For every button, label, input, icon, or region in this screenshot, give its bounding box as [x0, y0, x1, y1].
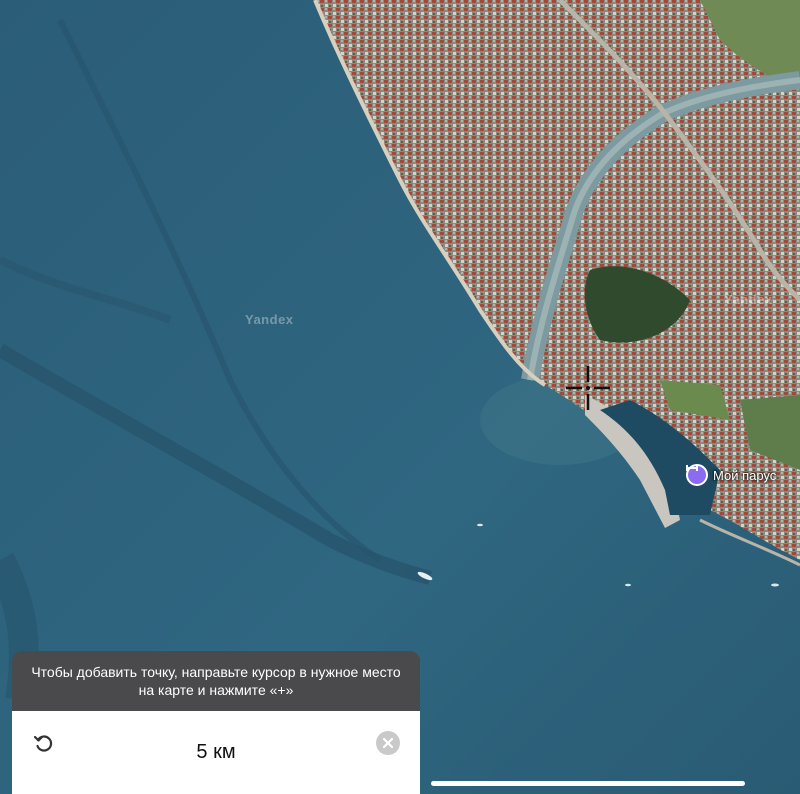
crosshair-cursor: [566, 366, 610, 410]
dumbbell-icon: [686, 464, 708, 486]
hint-text: Чтобы добавить точку, направьте курсор в…: [12, 651, 420, 711]
measure-panel: Чтобы добавить точку, направьте курсор в…: [12, 651, 420, 794]
distance-bar: 5 км: [12, 711, 420, 794]
close-icon: [383, 738, 393, 748]
distance-value: 5 км: [196, 741, 236, 763]
undo-button[interactable]: [32, 731, 56, 755]
poi-label: Мой парус: [713, 467, 777, 483]
yandex-watermark: Yandex: [245, 312, 294, 327]
poi-marker[interactable]: Мой парус: [686, 464, 776, 486]
yandex-watermark-small: Yandex: [724, 292, 773, 307]
undo-icon: [33, 735, 53, 752]
crosshair-icon: [566, 366, 610, 410]
close-button[interactable]: [376, 731, 400, 755]
home-indicator[interactable]: [431, 781, 745, 786]
